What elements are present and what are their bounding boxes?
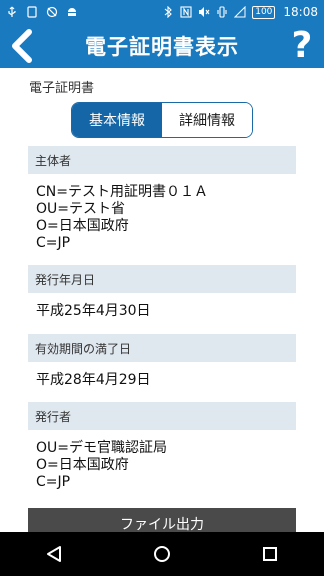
square-recents-icon: [263, 547, 277, 561]
subject-line: CN=テスト用証明書０１Ａ: [36, 184, 208, 200]
issuer-line: OU=デモ官職認証局: [36, 440, 167, 456]
subject-line: C=JP: [36, 235, 71, 251]
help-button[interactable]: ?: [280, 24, 324, 68]
nav-recents-button[interactable]: [248, 532, 292, 576]
bluetooth-icon: [164, 6, 173, 18]
field-label: 発行年月日: [28, 265, 296, 293]
usb-icon: [8, 6, 16, 17]
expiry-date-value: 平成28年4月29日: [36, 372, 151, 388]
chevron-left-icon: [12, 29, 32, 63]
subject-line: OU=テスト省: [36, 201, 125, 217]
field-label: 主体者: [28, 146, 296, 174]
field-value: 平成28年4月29日: [28, 362, 296, 401]
nav-home-button[interactable]: [140, 532, 184, 576]
tab-basic-info[interactable]: 基本情報: [72, 103, 162, 137]
back-button[interactable]: [0, 24, 44, 68]
vibrate-icon: [217, 6, 227, 18]
tab-detail-info[interactable]: 詳細情報: [162, 103, 252, 137]
page-title: 電子証明書表示: [85, 35, 239, 59]
nav-back-button[interactable]: [32, 532, 76, 576]
field-label: 発行者: [28, 402, 296, 430]
no-sync-icon: [46, 6, 58, 18]
issue-date-field: 発行年月日 平成25年4月30日: [28, 265, 296, 332]
mute-icon: [199, 7, 210, 17]
field-value: 平成25年4月30日: [28, 293, 296, 332]
subject-field: 主体者 CN=テスト用証明書０１Ａ OU=テスト省 O=日本国政府 C=JP: [28, 146, 296, 263]
field-label: 有効期間の満了日: [28, 334, 296, 362]
sim-card-icon: [27, 6, 37, 18]
triangle-back-icon: [47, 546, 61, 562]
app-header: 電子証明書表示 ?: [0, 24, 324, 68]
field-value: CN=テスト用証明書０１Ａ OU=テスト省 O=日本国政府 C=JP: [28, 174, 296, 263]
file-output-button[interactable]: ファイル出力: [28, 508, 296, 532]
circle-home-icon: [154, 546, 170, 562]
nfc-icon: [180, 6, 192, 18]
expiry-date-field: 有効期間の満了日 平成28年4月29日: [28, 334, 296, 401]
issuer-line: C=JP: [36, 474, 71, 490]
field-value: OU=デモ官職認証局 O=日本国政府 C=JP: [28, 430, 296, 502]
subject-line: O=日本国政府: [36, 218, 129, 234]
issuer-field: 発行者 OU=デモ官職認証局 O=日本国政府 C=JP: [28, 402, 296, 502]
signal-icon: [234, 6, 246, 18]
section-title: 電子証明書: [29, 81, 95, 96]
status-bar: 100 18:08: [0, 0, 324, 24]
battery-level: 100: [252, 5, 276, 19]
issue-date-value: 平成25年4月30日: [36, 303, 151, 319]
android-icon: [68, 8, 76, 16]
navigation-bar: [0, 532, 324, 576]
issuer-line: O=日本国政府: [36, 457, 129, 473]
certificate-content[interactable]: 電子証明書 基本情報 詳細情報 主体者 CN=テスト用証明書０１Ａ OU=テスト…: [0, 68, 324, 532]
clock: 18:08: [283, 5, 318, 19]
info-tab-switch: 基本情報 詳細情報: [71, 102, 253, 138]
